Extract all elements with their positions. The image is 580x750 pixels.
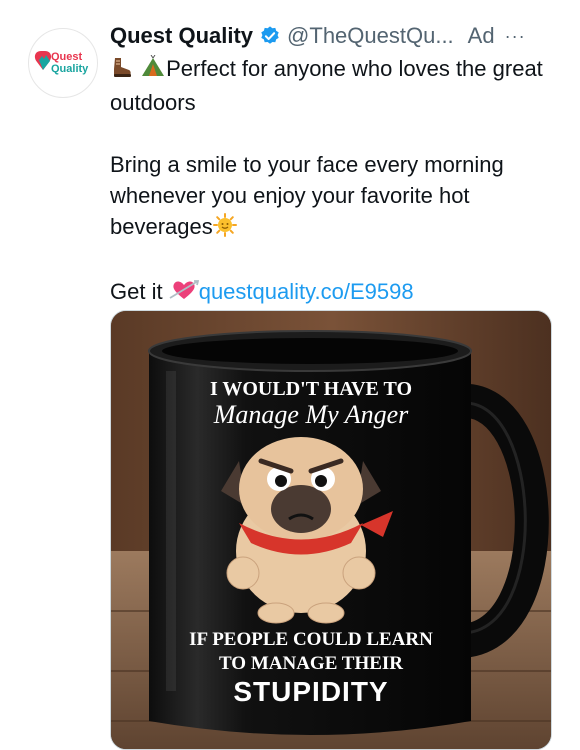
mug-text-line-3: IF PEOPLE COULD LEARN bbox=[189, 629, 433, 650]
ad-label: Ad bbox=[467, 23, 495, 48]
author-avatar[interactable]: Quest Quality bbox=[28, 28, 98, 98]
tweet-text: Perfect for anyone who loves the great o… bbox=[110, 53, 555, 310]
mug-text-line-5: STUPIDITY bbox=[233, 676, 388, 707]
tweet-media-image[interactable]: I WOULD'T HAVE TO Manage My Anger IF PEO… bbox=[110, 310, 552, 750]
hiking-boot-icon bbox=[110, 55, 134, 87]
tweet-line-3: Get it bbox=[110, 279, 163, 304]
tweet-line-1: Perfect for anyone who loves the great o… bbox=[110, 56, 543, 115]
heart-arrow-icon bbox=[169, 278, 199, 310]
sun-emoji-icon bbox=[212, 213, 237, 245]
mug-product-image: I WOULD'T HAVE TO Manage My Anger IF PEO… bbox=[111, 311, 551, 749]
verified-badge-icon bbox=[259, 25, 281, 47]
svg-text:Quest: Quest bbox=[51, 51, 83, 63]
mug-text-line-4: TO MANAGE THEIR bbox=[219, 653, 403, 674]
svg-text:Quality: Quality bbox=[51, 63, 89, 75]
mug-text-line-2: Manage My Anger bbox=[213, 400, 409, 429]
tweet-header: Quest Quality @TheQuestQu... Ad ··· bbox=[110, 20, 558, 52]
product-link[interactable]: questquality.co/E9598 bbox=[199, 279, 414, 304]
tweet-line-2: Bring a smile to your face every morning… bbox=[110, 152, 504, 239]
author-name[interactable]: Quest Quality bbox=[110, 23, 253, 49]
camping-tent-icon bbox=[140, 54, 166, 87]
mug-text-line-1: I WOULD'T HAVE TO bbox=[210, 378, 412, 400]
author-handle[interactable]: @TheQuestQu... bbox=[287, 23, 454, 49]
more-options-button[interactable]: ··· bbox=[505, 26, 526, 47]
quest-quality-logo: Quest Quality bbox=[34, 51, 89, 75]
